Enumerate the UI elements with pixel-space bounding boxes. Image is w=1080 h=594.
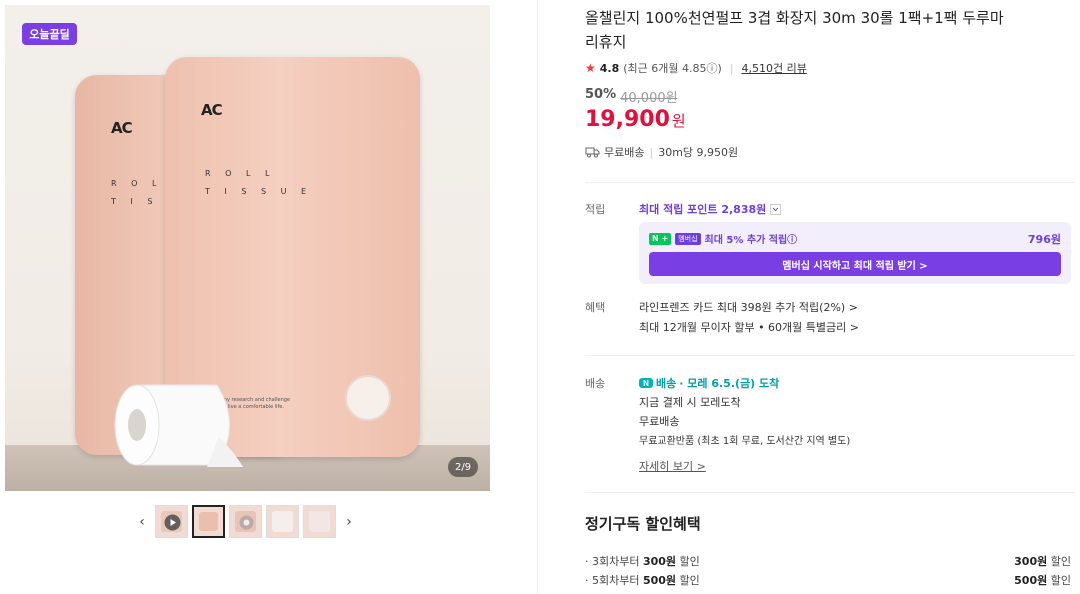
delivery-line-1: 지금 결제 시 모레도착 — [639, 396, 741, 409]
extra-points-text[interactable]: 최대 5% 추가 적립ⓘ — [705, 231, 798, 246]
naver-delivery-icon: N — [639, 378, 653, 388]
subscription-right: 500원 할인 — [1014, 574, 1071, 587]
delivery-line-2: 무료배송 — [639, 415, 680, 428]
section-divider — [585, 182, 1075, 183]
max-points[interactable]: 최대 적립 포인트 2,838원 — [639, 201, 782, 217]
discount-percent: 50% — [585, 87, 617, 102]
product-gallery: AC R O L L T I S S U E AC R O L L T I S … — [0, 0, 535, 594]
truck-icon — [585, 147, 600, 158]
thumbnail-pack[interactable] — [192, 505, 225, 538]
n-badge-text: N — [652, 234, 659, 243]
section-divider — [585, 492, 1075, 493]
installment-link[interactable]: 최대 12개월 무이자 할부 • 60개월 특별금리 > — [639, 319, 859, 335]
pack-logo: AC — [201, 101, 223, 119]
svg-text:N: N — [643, 379, 649, 388]
delivery-details-link[interactable]: 자세히 보기 > — [639, 458, 706, 474]
product-title: 올챌린지 100%천연펄프 3겹 화장지 30m 30롤 1팩+1팩 두루마리휴… — [585, 9, 1004, 51]
section-divider — [585, 355, 1075, 356]
membership-badge: 멤버십 — [675, 232, 701, 245]
delivery-line-3: 무료교환반품 (최초 1회 무료, 도서산간 지역 별도) — [639, 436, 851, 447]
next-arrow-icon[interactable]: › — [340, 512, 358, 532]
points-label: 적립 — [585, 203, 606, 216]
divider: | — [649, 145, 654, 159]
sale-price: 19,900 원 — [585, 107, 686, 132]
subscription-row: · 5회차부터 500원 할인 500원 할인 — [585, 572, 1071, 588]
thumbnail-pattern[interactable] — [303, 505, 336, 538]
chevron-down-icon — [770, 203, 782, 215]
column-divider — [537, 0, 538, 594]
tissue-roll-image — [114, 384, 243, 467]
shipping-row: 무료배송 | 30m당 9,950원 — [585, 144, 738, 160]
pack-text-front: R O L L T I S S U E — [205, 169, 313, 196]
subscription-row: · 3회차부터 300원 할인 300원 할인 — [585, 553, 1071, 569]
thumbnail-roll[interactable] — [266, 505, 299, 538]
rating-detail[interactable]: (최근 6개월 4.85ⓘ) — [623, 60, 722, 76]
image-pager: 2/9 — [448, 457, 478, 477]
thumbnail-video[interactable] — [155, 505, 188, 538]
divider: | — [729, 61, 734, 75]
arrival-date: · 모레 6.5.(금) 도착 — [679, 377, 780, 390]
subscription-left: · 5회차부터 500원 할인 — [585, 574, 700, 587]
delivery-label: 배송 — [585, 377, 606, 390]
subscription-left: · 3회차부터 300원 할인 — [585, 555, 700, 568]
play-icon — [164, 514, 181, 531]
thumbnail-strip: ‹ › — [133, 505, 358, 538]
membership-row: N + 멤버십 최대 5% 추가 적립ⓘ — [649, 231, 797, 246]
delivery-arrival: N 배송 · 모레 6.5.(금) 도착 — [639, 375, 779, 391]
membership-start-button[interactable]: 멤버십 시작하고 최대 적립 받기 > — [649, 252, 1061, 276]
shipping-text: 무료배송 — [604, 146, 645, 159]
prev-arrow-icon[interactable]: ‹ — [133, 512, 151, 532]
subscription-title: 정기구독 할인혜택 — [585, 515, 701, 533]
discount-row: 50% 40,000원 — [585, 87, 678, 106]
pack-logo: AC — [111, 119, 133, 137]
delivery-badge: 배송 — [656, 377, 677, 390]
pack-window — [345, 375, 391, 421]
texture-icon — [239, 515, 254, 530]
today-deal-badge: 오늘끝딜 — [22, 23, 77, 45]
card-benefit-link[interactable]: 라인프렌즈 카드 최대 398원 추가 적립(2%) > — [639, 299, 858, 315]
price-value: 19,900 — [585, 107, 670, 132]
star-icon: ★ — [585, 61, 596, 75]
extra-points-amount: 796원 — [1027, 233, 1061, 246]
original-price: 40,000원 — [620, 91, 678, 106]
membership-box: N + 멤버십 최대 5% 추가 적립ⓘ 796원 멤버십 시작하고 최대 적립… — [639, 222, 1071, 284]
thumbnail-texture[interactable] — [229, 505, 262, 538]
review-link[interactable]: 4,510건 리뷰 — [742, 60, 807, 76]
price-unit: 원 — [671, 112, 686, 130]
naver-plus-badge: N + — [649, 232, 672, 245]
unit-price: 30m당 9,950원 — [658, 146, 739, 159]
rating-row: ★ 4.8 (최근 6개월 4.85ⓘ) | 4,510건 리뷰 — [585, 60, 807, 76]
max-points-text: 최대 적립 포인트 2,838원 — [639, 203, 767, 216]
subscription-right: 300원 할인 — [1014, 555, 1071, 568]
main-product-image[interactable]: AC R O L L T I S S U E AC R O L L T I S … — [5, 5, 490, 491]
benefits-label: 혜택 — [585, 301, 606, 314]
rating-score: 4.8 — [599, 61, 620, 75]
